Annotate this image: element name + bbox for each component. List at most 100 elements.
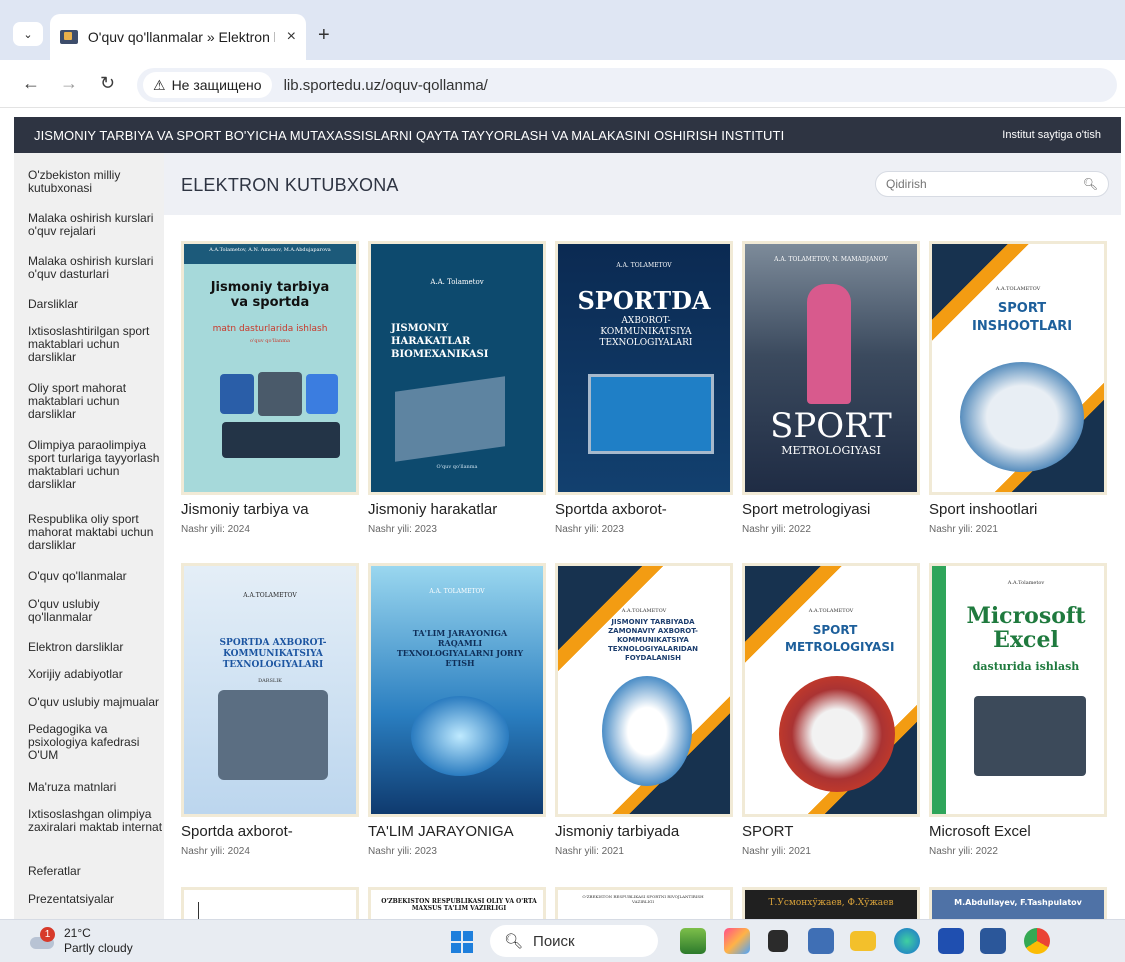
content-header: ELEKTRON KUTUBXONA 🔍︎ [164,153,1121,215]
sidebar-item-internat[interactable]: Ixtisoslashgan olimpiya zaxiralari makta… [14,808,164,834]
cover-title: SPORTDA AXBOROT-KOMMUNIKATSIYA TEXNOLOGI… [219,638,327,670]
landscape-app-icon[interactable] [680,928,706,954]
book-cover[interactable]: A.A.TOLAMETOV SPORT INSHOOTLARI [929,241,1107,495]
cover-title: JISMONIY TARBIYADA ZAMONAVIY AXBOROT-KOM… [607,618,699,662]
forward-arrow-icon[interactable]: → [60,73,78,94]
search-input[interactable] [886,177,1083,191]
book-cover[interactable]: A.A.Tolametov Microsoft Excel dasturida … [929,563,1107,817]
main-content: ELEKTRON KUTUBXONA 🔍︎ A.A.Tolametov, A.N… [164,153,1121,919]
weather-temperature: 21°C [64,926,91,940]
tab-close-icon[interactable]: × [287,28,296,46]
book-title[interactable]: TA'LIM JARAYONIGA [368,823,514,840]
book-title[interactable]: Sport metrologiyasi [742,501,870,518]
book-cover[interactable]: A.A.TOLAMETOV SPORTDA AXBOROT-KOMMUNIKAT… [181,563,359,817]
cover-authors: A.A.Tolametov, A.N. Amonov, M.A.Abdujapa… [209,247,331,253]
taskbar-search[interactable]: 🔍︎ Поиск [490,925,658,957]
notification-badge: 1 [40,927,55,942]
book-title[interactable]: Jismoniy harakatlar [368,501,497,518]
address-bar[interactable]: ⚠ Не защищено lib.sportedu.uz/oquv-qolla… [137,68,1117,102]
book-year: Nashr yili: 2023 [368,524,437,535]
search-box[interactable]: 🔍︎ [875,171,1109,197]
os-taskbar: 1 21°C Partly cloudy 🔍︎ Поиск [0,919,1125,962]
tab-search-dropdown[interactable]: ⌄ [13,22,43,46]
book-cover-partial[interactable]: O'ZBEKISTON RESPUBLIKASI OLIY VA O'RTA M… [368,887,546,919]
security-label: Не защищено [171,77,262,93]
sidebar-item-ixtisoslashtirilgan[interactable]: Ixtisoslashtirilgan sport maktablari uch… [14,325,164,364]
book-year: Nashr yili: 2024 [181,846,250,857]
browser-tab-active[interactable]: O'quv qo'llanmalar » Elektron kutubxona … [50,14,306,60]
book-cover[interactable]: A.A.TOLAMETOV SPORT METROLOGIYASI [742,563,920,817]
weather-cloud-icon: 1 [30,927,56,951]
sport-collage-icon [218,690,328,780]
cover-authors: A.A.TOLAMETOV [995,286,1041,292]
edge-browser-icon[interactable] [894,928,920,954]
sidebar-item-prezentatsiyalar[interactable]: Prezentatsiyalar [14,893,164,906]
site-security-chip[interactable]: ⚠ Не защищено [143,72,272,98]
pre-app-icon[interactable] [724,928,750,954]
sidebar-item-xorijiy[interactable]: Xorijiy adabiyotlar [14,668,164,681]
url-text[interactable]: lib.sportedu.uz/oquv-qollanma/ [284,77,488,94]
app-icon[interactable] [768,930,788,952]
sidebar-item-maruza[interactable]: Ma'ruza matnlari [14,781,164,794]
book-cover-partial[interactable]: Т.Усмонхўжаев, Ф.Хўжаев [742,887,920,919]
cover-note: o'quv qo'llanma [250,338,290,344]
institute-title: JISMONIY TARBIYA VA SPORT BO'YICHA MUTAX… [34,127,785,143]
sidebar-item-elektron-darsliklar[interactable]: Elektron darsliklar [14,641,164,654]
book-cover[interactable]: A.A.TOLAMETOV JISMONIY TARBIYADA ZAMONAV… [555,563,733,817]
institute-site-link[interactable]: Institut saytiga o'tish [1002,129,1101,141]
sidebar-item-milliy-kutubxona[interactable]: O'zbekiston milliy kutubxonasi [14,169,164,195]
remote-desktop-icon[interactable] [808,928,834,954]
book-year: Nashr yili: 2022 [742,524,811,535]
word-icon[interactable] [980,928,1006,954]
book-title[interactable]: Sportda axborot- [181,823,293,840]
sidebar-item-oquv-qollanmalar[interactable]: O'quv qo'llanmalar [14,570,164,583]
sidebar-item-olimpiya[interactable]: Olimpiya paraolimpiya sport turlariga ta… [14,439,164,491]
browser-toolbar: ← → ↻ ⚠ Не защищено lib.sportedu.uz/oquv… [0,60,1125,108]
book-cover[interactable]: A.A. TOLAMETOV SPORTDA AXBOROT-KOMMUNIKA… [555,241,733,495]
back-arrow-icon[interactable]: ← [22,73,40,94]
sidebar-item-uslubiy-qollanmalar[interactable]: O'quv uslubiy qo'llanmalar [14,598,164,624]
sidebar: O'zbekiston milliy kutubxonasi Malaka os… [14,153,164,919]
book-title[interactable]: SPORT [742,823,793,840]
chrome-icon[interactable] [1024,928,1050,954]
search-icon[interactable]: 🔍︎ [1083,177,1098,191]
book-cover-partial[interactable]: O'ZBEKISTON RESPUBLIKASI SPORTNI RIVOJLA… [555,887,733,919]
book-cover[interactable]: A.A. TOLAMETOV TA'LIM JARAYONIGA RAQAMLI… [368,563,546,817]
cover-authors: A.A. TOLAMETOV [616,262,672,269]
sidebar-item-respublika[interactable]: Respublika oliy sport mahorat maktabi uc… [14,513,164,552]
sidebar-item-majmualar[interactable]: O'quv uslubiy majmualar [14,696,164,709]
book-cover-partial[interactable] [181,887,359,919]
new-tab-button[interactable]: + [318,24,330,47]
sidebar-item-oliy-sport[interactable]: Oliy sport mahorat maktablari uchun dars… [14,382,164,421]
sidebar-item-darsliklar[interactable]: Darsliklar [14,298,164,311]
site-favicon-icon [60,30,78,44]
windows-start-icon[interactable] [451,931,473,953]
reload-icon[interactable]: ↻ [100,73,115,94]
book-cover[interactable]: A.A.Tolametov, A.N. Amonov, M.A.Abdujapa… [181,241,359,495]
warning-triangle-icon: ⚠ [153,76,166,93]
sidebar-item-referatlar[interactable]: Referatlar [14,865,164,878]
athlete-photo-icon [807,284,851,404]
chevron-down-icon: ⌄ [23,28,33,41]
store-icon[interactable] [938,928,964,954]
weather-condition: Partly cloudy [64,941,133,955]
book-title[interactable]: Sport inshootlari [929,501,1037,518]
search-icon: 🔍︎ [504,933,524,950]
cover-authors: A.A. TOLAMETOV, N. MAMADJANOV [774,256,888,263]
book-cover-partial[interactable]: M.Abdullayev, F.Tashpulatov [929,887,1107,919]
cover-title: SPORTDA [577,286,711,315]
sidebar-item-pedagogika[interactable]: Pedagogika va psixologiya kafedrasi O'UM [14,723,164,762]
book-title[interactable]: Jismoniy tarbiya va [181,501,309,518]
digital-tech-icon [411,696,509,776]
weather-widget[interactable]: 1 21°C Partly cloudy [30,926,133,956]
file-explorer-icon[interactable] [850,931,876,951]
book-cover[interactable]: A.A. TOLAMETOV, N. MAMADJANOV SPORT METR… [742,241,920,495]
book-title[interactable]: Sportda axborot- [555,501,667,518]
sidebar-item-oquv-dasturlari[interactable]: Malaka oshirish kurslari o'quv dasturlar… [14,255,164,281]
book-cover[interactable]: A.A. Tolametov JISMONIY HARAKATLAR BIOME… [368,241,546,495]
laptop-photo-icon [588,374,714,454]
book-title[interactable]: Microsoft Excel [929,823,1031,840]
cover-authors: A.A.TOLAMETOV [243,592,297,599]
book-title[interactable]: Jismoniy tarbiyada [555,823,679,840]
sidebar-item-oquv-rejalari[interactable]: Malaka oshirish kurslari o'quv rejalari [14,212,164,238]
